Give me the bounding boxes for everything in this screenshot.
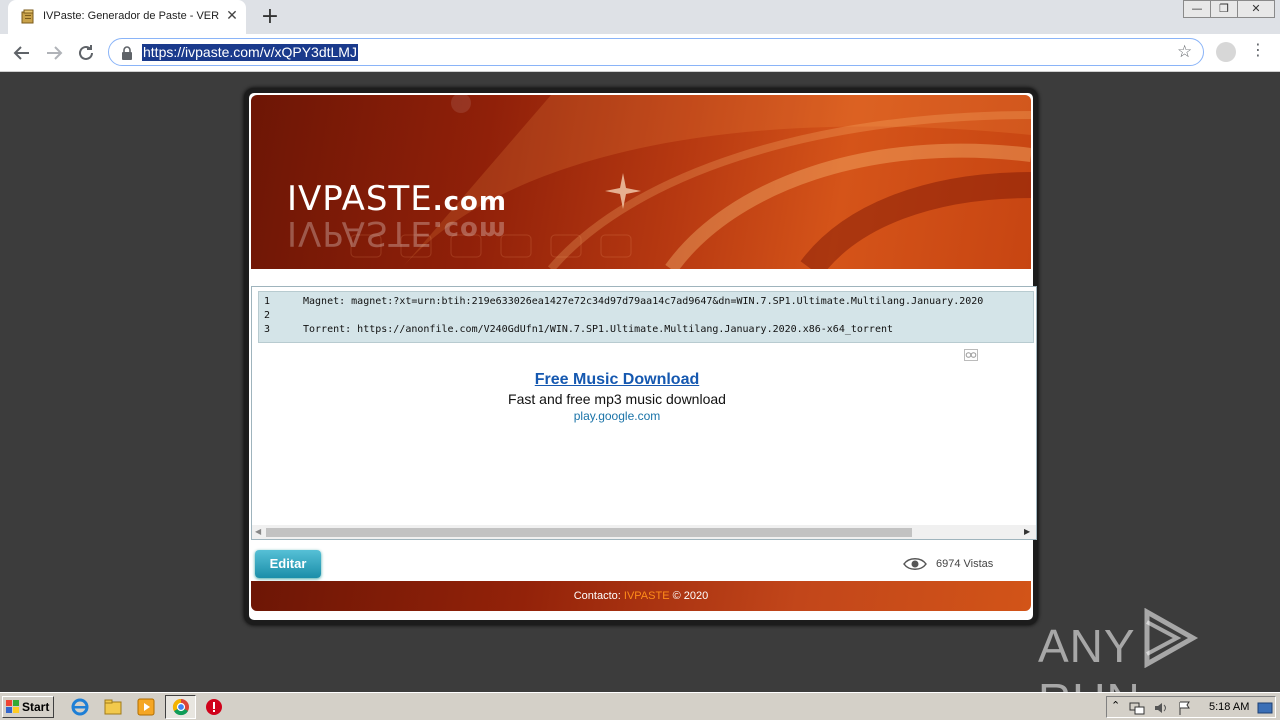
browser-tab[interactable]: IVPaste: Generador de Paste - VER ✕ [8, 0, 246, 34]
browser-menu-icon[interactable]: ⋮ [1250, 40, 1266, 59]
lock-icon [122, 46, 132, 60]
url-text[interactable]: https://ivpaste.com/v/xQPY3dtLMJ [142, 44, 358, 61]
window-close-button[interactable]: ✕ [1237, 0, 1275, 18]
tab-close-icon[interactable]: ✕ [224, 8, 240, 24]
paste-content-frame: 1 Magnet: magnet:?xt=urn:btih:219e633026e… [251, 286, 1037, 540]
tab-bar: IVPaste: Generador de Paste - VER ✕ + — … [0, 0, 1280, 34]
ad-description: Fast and free mp3 music download [508, 391, 726, 407]
footer-text: Contacto: IVPASTE © 2020 [573, 590, 709, 602]
eye-icon [903, 558, 927, 570]
site-footer: Contacto: IVPASTE © 2020 [251, 581, 1031, 611]
bookmark-star-icon[interactable]: ☆ [1177, 42, 1192, 62]
code-line: 1 Magnet: magnet:?xt=urn:btih:219e633026e… [264, 295, 983, 309]
play-logo-icon [1144, 607, 1198, 669]
taskbar-clock[interactable]: 5:18 AM [1209, 701, 1249, 713]
line-text: Magnet: magnet:?xt=urn:btih:219e633026ea… [303, 296, 984, 307]
file-explorer-icon[interactable] [103, 697, 123, 717]
start-button[interactable]: Start [2, 696, 54, 718]
scrollbar-thumb[interactable] [266, 528, 912, 537]
action-center-flag-icon[interactable] [1177, 700, 1193, 716]
anyrun-watermark: ANY RUN [1038, 607, 1280, 720]
browser-toolbar: https://ivpaste.com/v/xQPY3dtLMJ ☆ ⋮ [0, 34, 1280, 72]
windows-logo-icon [6, 700, 19, 713]
network-icon[interactable] [1129, 700, 1145, 716]
volume-icon[interactable] [1153, 700, 1169, 716]
footer-contact-link[interactable]: IVPASTE [624, 590, 670, 602]
code-line: 2 [264, 309, 303, 323]
chrome-icon [172, 698, 189, 716]
horizontal-scrollbar[interactable]: ◀ ▶ [252, 525, 1036, 539]
taskbar: Start ⌃ 5:18 AM [0, 692, 1280, 720]
ad-url-link[interactable]: play.google.com [252, 409, 982, 423]
scroll-left-arrow-icon[interactable]: ◀ [255, 527, 263, 537]
line-number: 1 [264, 296, 271, 307]
paste-code-box[interactable]: 1 Magnet: magnet:?xt=urn:btih:219e633026e… [258, 291, 1034, 343]
back-arrow-icon[interactable] [10, 41, 34, 65]
code-line: 3 Torrent: https://anonfile.com/V240GdUfn… [264, 323, 893, 337]
tray-expand-icon[interactable]: ⌃ [1111, 699, 1120, 712]
ad-choices-icon[interactable] [964, 349, 978, 361]
system-tray: ⌃ 5:18 AM [1106, 696, 1276, 718]
internet-explorer-icon[interactable] [70, 697, 90, 717]
line-text: Torrent: https://anonfile.com/V240GdUfn1… [303, 324, 894, 335]
edit-button[interactable]: Editar [255, 550, 321, 578]
address-bar[interactable]: https://ivpaste.com/v/xQPY3dtLMJ ☆ [108, 38, 1204, 66]
paste-page: IVPASTE.com IVPASTE.com 1 Magnet: magnet:… [244, 88, 1038, 625]
reload-icon[interactable] [74, 41, 98, 65]
scroll-right-arrow-icon[interactable]: ▶ [1024, 527, 1032, 537]
site-favicon-icon [21, 9, 34, 24]
views-counter: 6974 Vistas [936, 558, 994, 570]
site-banner: IVPASTE.com IVPASTE.com [251, 95, 1031, 269]
profile-avatar-icon[interactable] [1216, 42, 1236, 62]
ad-title-link[interactable]: Free Music Download [252, 371, 982, 389]
stop-sign-icon[interactable] [204, 697, 224, 717]
minimize-button[interactable]: — [1183, 0, 1211, 18]
show-desktop-icon[interactable] [1257, 700, 1273, 716]
line-number: 2 [264, 310, 271, 321]
tab-title: IVPaste: Generador de Paste - VER [43, 10, 219, 22]
line-number: 3 [264, 324, 271, 335]
chrome-taskbar-button[interactable] [165, 695, 196, 719]
restore-button[interactable]: ❐ [1210, 0, 1238, 18]
media-player-icon[interactable] [136, 697, 156, 717]
forward-arrow-icon[interactable] [42, 41, 66, 65]
new-tab-button[interactable]: + [258, 5, 282, 29]
